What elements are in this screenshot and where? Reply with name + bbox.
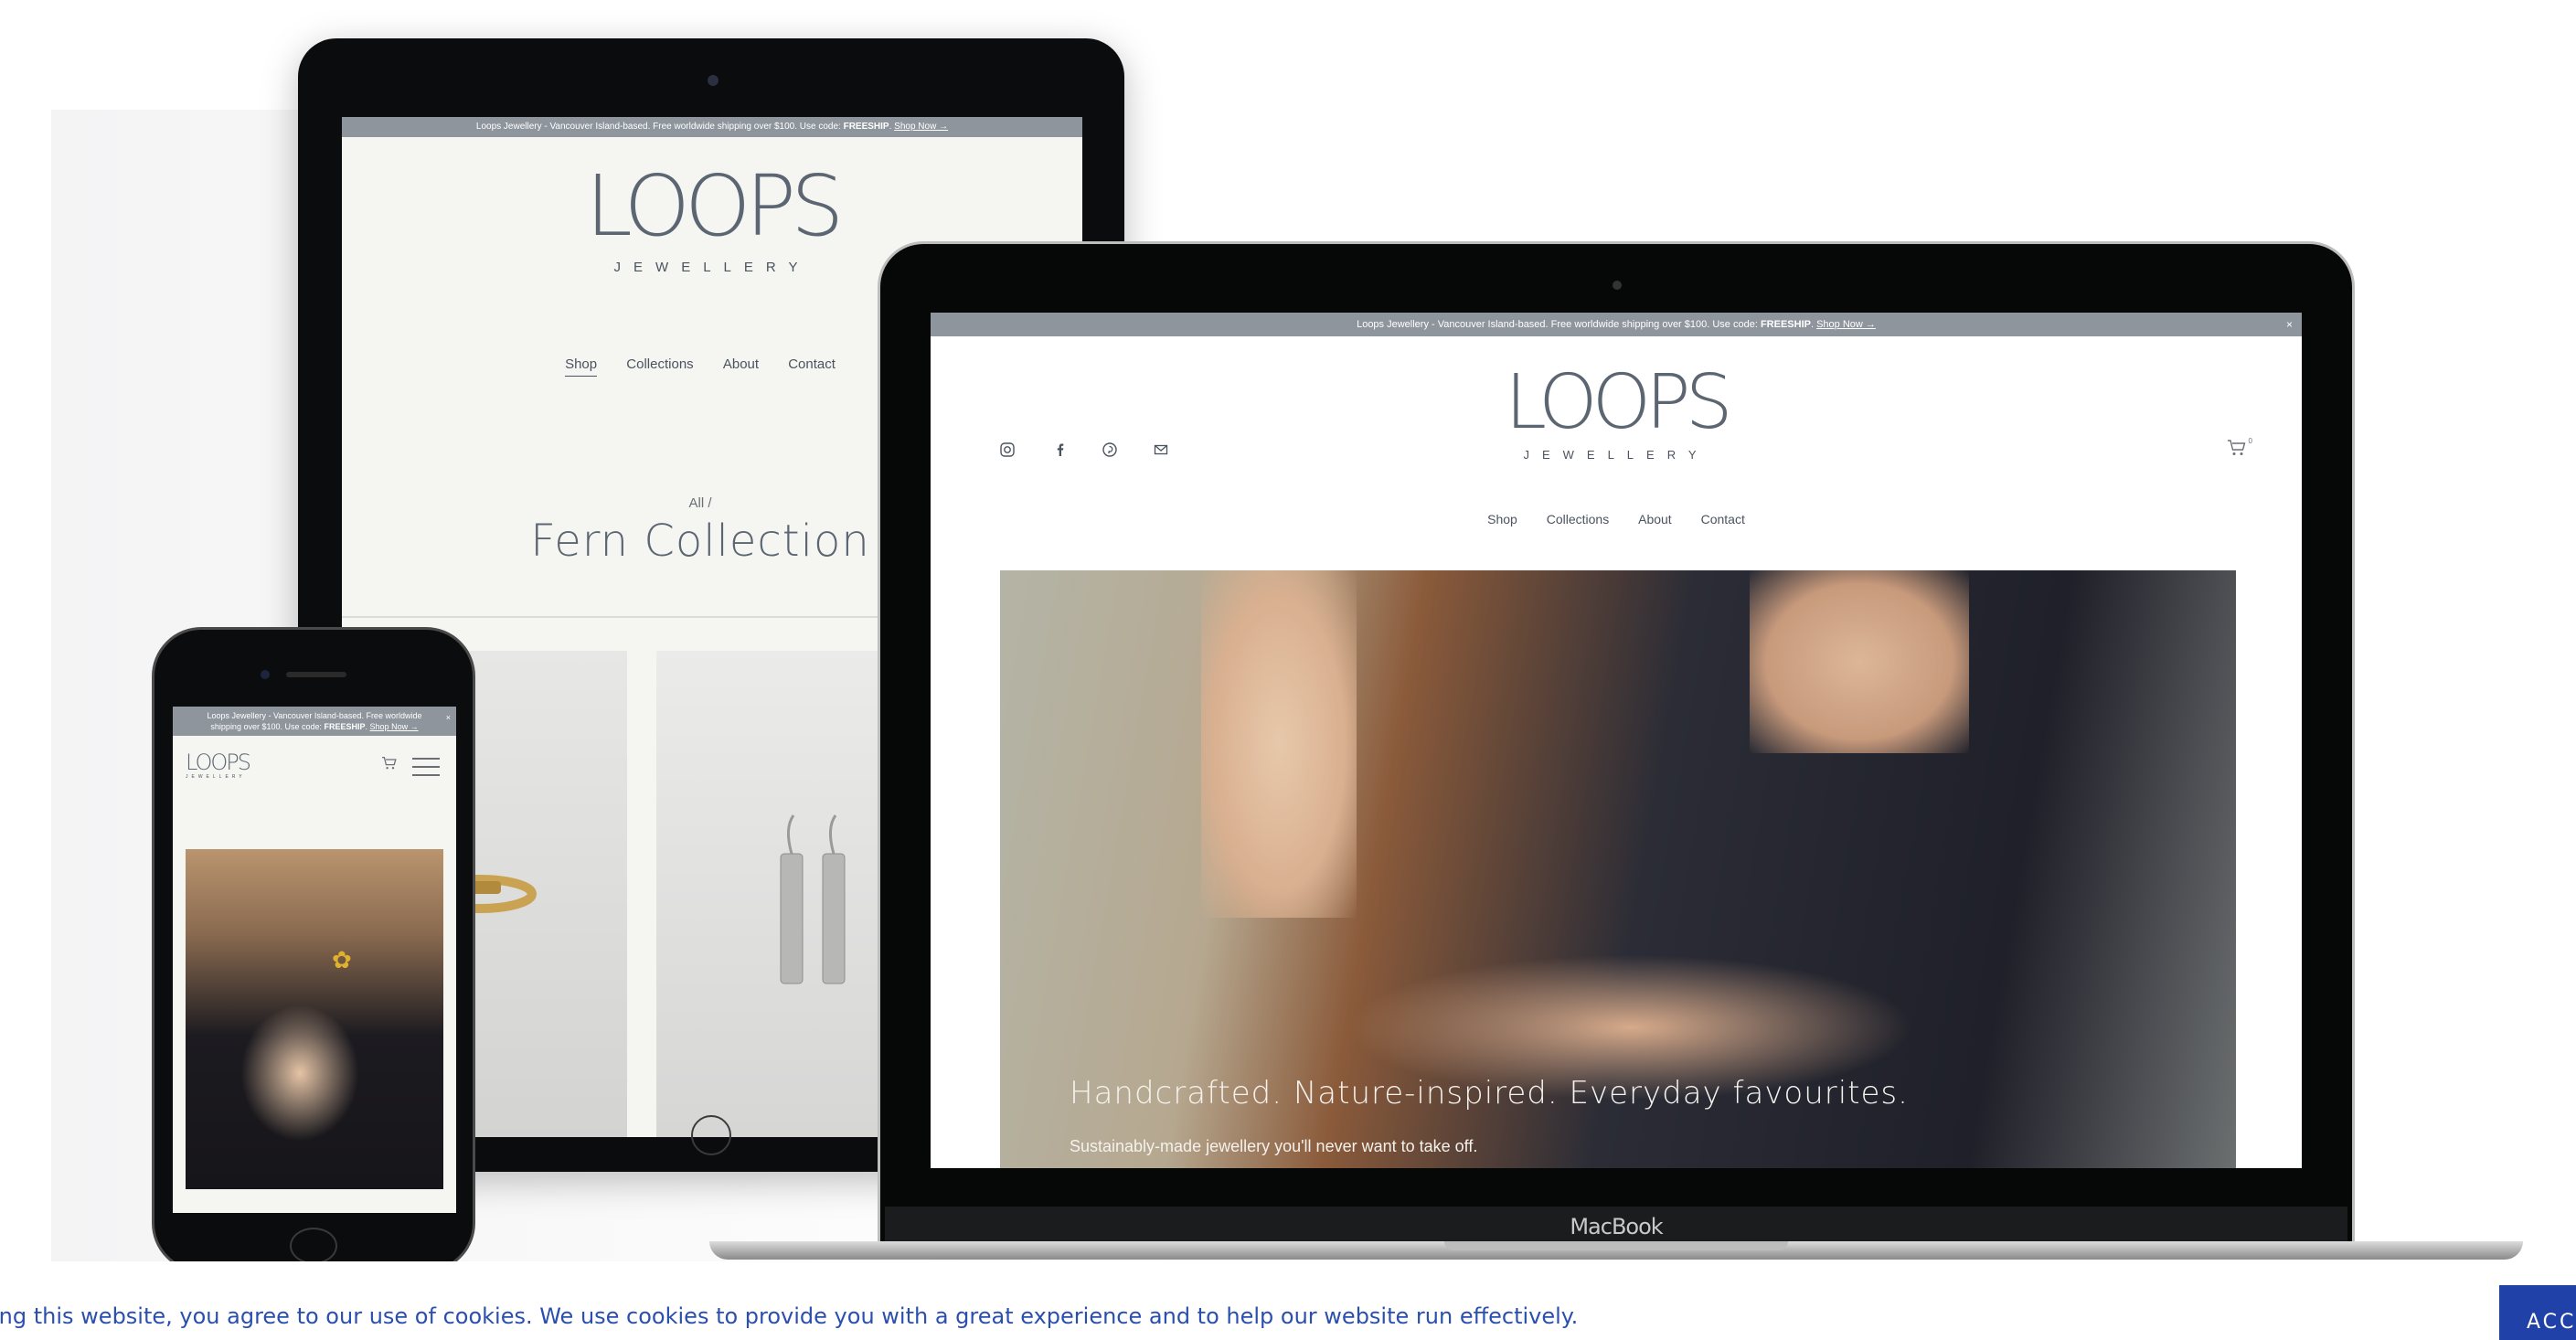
laptop-promo-bar: Loops Jewellery - Vancouver Island-based…: [931, 313, 2302, 336]
hero-photo-detail: [1750, 570, 1969, 753]
phone-logo-sub: JEWELLERY: [186, 774, 246, 780]
laptop-promo-text: Loops Jewellery - Vancouver Island-based…: [1357, 319, 1761, 330]
laptop-nav-about[interactable]: About: [1638, 512, 1672, 526]
flower-icon: ✿: [332, 946, 352, 973]
phone-logo-wordmark: LOOPS: [186, 750, 251, 775]
laptop-logo[interactable]: LOOPS JEWELLERY: [931, 359, 2302, 463]
phone-promo-close-icon[interactable]: ×: [446, 712, 451, 723]
cookie-message: By using this website, you agree to our …: [0, 1303, 1579, 1329]
hero-subtitle: Sustainably-made jewellery you'll never …: [1070, 1137, 1478, 1155]
tablet-logo-wordmark: LOOPS: [585, 157, 845, 255]
tablet-home-button: [691, 1115, 731, 1155]
tablet-nav-shop[interactable]: Shop: [565, 356, 598, 377]
hero-title: Handcrafted. Nature-inspired. Everyday f…: [1070, 1075, 1909, 1111]
tablet-camera: [708, 75, 719, 86]
laptop-nav-collections[interactable]: Collections: [1547, 512, 1609, 526]
device-mockup-stage: Loops Jewellery - Vancouver Island-based…: [0, 0, 2576, 1261]
laptop-nav-shop[interactable]: Shop: [1487, 512, 1517, 526]
phone-device: Loops Jewellery - Vancouver Island-based…: [152, 627, 475, 1261]
phone-home-button: [290, 1228, 337, 1261]
tablet-nav-collections[interactable]: Collections: [626, 356, 693, 376]
laptop-nav: Shop Collections About Contact: [931, 512, 2302, 526]
laptop-promo-close-icon[interactable]: ×: [2286, 313, 2293, 336]
phone-promo-line1: Loops Jewellery - Vancouver Island-based…: [207, 711, 422, 720]
phone-cart-icon[interactable]: [381, 756, 398, 775]
phone-promo-code: FREESHIP: [324, 722, 366, 731]
phone-promo-line2: shipping over $100. Use code:: [210, 722, 325, 731]
tablet-promo-bar: Loops Jewellery - Vancouver Island-based…: [342, 117, 1082, 137]
menu-icon[interactable]: [412, 758, 440, 776]
phone-promo-bar: Loops Jewellery - Vancouver Island-based…: [173, 707, 456, 736]
cookie-banner: By using this website, you agree to our …: [0, 1261, 2576, 1340]
cart-icon[interactable]: [2227, 439, 2247, 463]
cart-count-badge: 0: [2248, 437, 2252, 445]
tablet-nav-about[interactable]: About: [723, 356, 759, 376]
phone-promo-line2-wrap: shipping over $100. Use code: FREESHIP. …: [210, 722, 419, 731]
phone-speaker: [286, 672, 346, 677]
laptop-nav-contact[interactable]: Contact: [1701, 512, 1745, 526]
phone-promo-link[interactable]: Shop Now →: [370, 722, 419, 731]
laptop-camera: [1613, 281, 1622, 290]
laptop-screen: Loops Jewellery - Vancouver Island-based…: [931, 313, 2302, 1168]
phone-hero-detail: [240, 1005, 359, 1142]
laptop-notch: [1444, 1241, 1788, 1250]
tablet-nav-contact[interactable]: Contact: [788, 356, 836, 376]
tablet-promo-code: FREESHIP: [843, 122, 889, 132]
tablet-promo-text: Loops Jewellery - Vancouver Island-based…: [475, 122, 844, 132]
laptop-logo-wordmark: LOOPS: [1505, 359, 1732, 446]
laptop-logo-sub: JEWELLERY: [1523, 448, 1709, 462]
laptop-promo-link[interactable]: Shop Now →: [1816, 319, 1876, 330]
hero-banner[interactable]: Handcrafted. Nature-inspired. Everyday f…: [1000, 570, 2236, 1168]
phone-logo[interactable]: LOOPS JEWELLERY: [186, 750, 251, 780]
phone-camera: [261, 670, 270, 679]
tablet-promo-link[interactable]: Shop Now →: [894, 122, 948, 132]
phone-hero-image[interactable]: ✿: [186, 849, 443, 1189]
hero-photo-detail: [1201, 570, 1357, 918]
laptop-promo-code: FREESHIP: [1760, 319, 1811, 330]
phone-screen: Loops Jewellery - Vancouver Island-based…: [173, 707, 456, 1213]
accept-cookies-button[interactable]: ACCEPT: [2499, 1285, 2576, 1340]
